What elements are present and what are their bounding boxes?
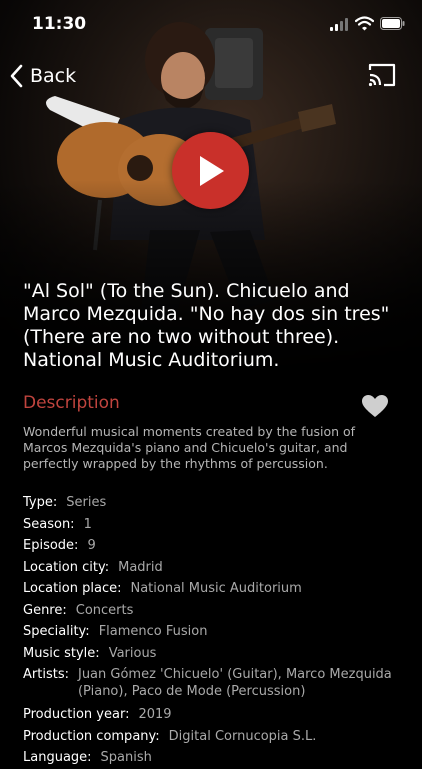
description-heading: Description — [23, 393, 120, 413]
detail-row-location-place: Location place: National Music Auditorium — [23, 578, 403, 600]
detail-row-type: Type: Series — [23, 492, 403, 514]
play-button[interactable] — [172, 132, 249, 209]
detail-value: Series — [66, 495, 107, 510]
wifi-icon — [355, 16, 374, 31]
detail-value: Digital Cornucopia S.L. — [168, 728, 317, 744]
detail-value: 1 — [83, 516, 92, 532]
detail-row-genre: Genre: Concerts — [23, 600, 403, 622]
back-button[interactable]: Back — [10, 60, 76, 92]
detail-row-production-company: Production company: Digital Cornucopia S.… — [23, 726, 403, 748]
detail-row-location-city: Location city: Madrid — [23, 557, 403, 579]
detail-label: Type: — [23, 495, 58, 510]
battery-icon — [380, 17, 405, 30]
detail-value: Spanish — [100, 750, 152, 765]
detail-label: Season: — [23, 516, 75, 532]
detail-label: Language: — [23, 750, 92, 765]
signal-icon — [330, 18, 348, 31]
detail-label: Artists: — [23, 667, 69, 682]
detail-value: 2019 — [138, 707, 172, 722]
detail-label: Production year: — [23, 707, 130, 722]
detail-label: Episode: — [23, 538, 79, 553]
back-chevron-icon — [10, 64, 23, 88]
description-text: Wonderful musical moments created by the… — [23, 424, 356, 471]
back-label: Back — [30, 65, 77, 87]
favorite-heart-icon[interactable] — [361, 394, 389, 418]
detail-label: Music style: — [23, 645, 100, 661]
detail-row-production-year: Production year: 2019 — [23, 704, 403, 726]
detail-label: Production company: — [23, 728, 160, 744]
detail-row-artists: Artists: Juan Gómez 'Chicuelo' (Guitar), … — [23, 666, 403, 700]
cast-icon[interactable] — [367, 62, 397, 88]
detail-value: Various — [108, 645, 157, 661]
detail-value: Madrid — [118, 559, 163, 575]
play-icon — [199, 155, 224, 186]
detail-row-season: Season: 1 — [23, 514, 403, 536]
episode-title: "Al Sol" (To the Sun). Chicuelo and Marc… — [23, 280, 390, 371]
detail-value: National Music Auditorium — [130, 581, 302, 596]
detail-label: Genre: — [23, 602, 67, 618]
detail-value: 9 — [87, 538, 96, 553]
detail-label: Location city: — [23, 559, 110, 575]
detail-label: Location place: — [23, 581, 122, 596]
details-list: Type: Series Season: 1 Episode: 9 Location … — [23, 492, 403, 769]
status-time: 11:30 — [32, 14, 87, 34]
detail-row-speciality: Speciality: Flamenco Fusion — [23, 621, 403, 643]
detail-label: Speciality: — [23, 624, 90, 639]
detail-row-episode: Episode: 9 — [23, 535, 403, 557]
detail-value: Concerts — [75, 602, 134, 618]
status-bar: 11:30 — [0, 0, 422, 48]
detail-row-language: Language: Spanish — [23, 747, 403, 769]
detail-value: Juan Gómez 'Chicuelo' (Guitar), Marco Me… — [77, 667, 392, 699]
detail-row-music-style: Music style: Various — [23, 643, 403, 665]
detail-value: Flamenco Fusion — [98, 624, 208, 639]
